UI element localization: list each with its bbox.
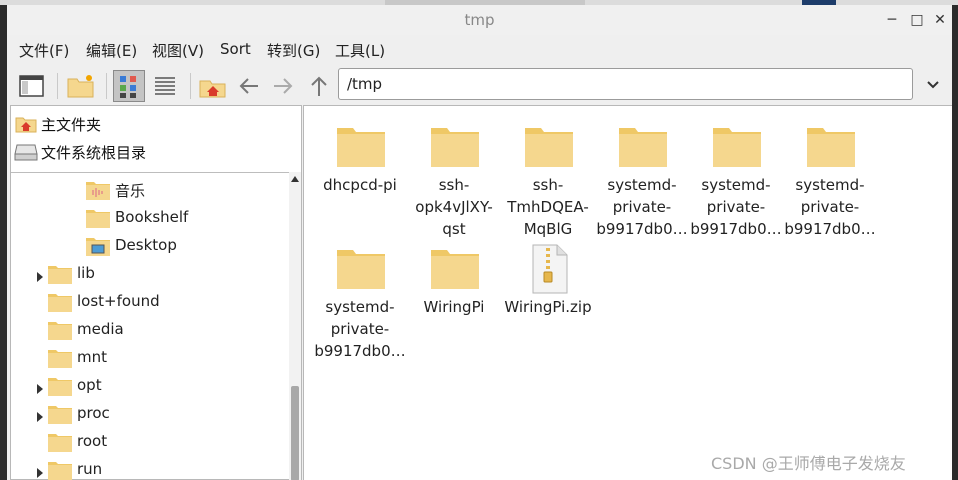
places-list: 主文件夹 文件系统根目录 bbox=[11, 106, 301, 168]
close-button[interactable]: ✕ bbox=[931, 11, 949, 29]
zip-file-icon bbox=[524, 244, 574, 294]
tree-item-label: media bbox=[77, 320, 124, 338]
tree-item-label: opt bbox=[77, 376, 102, 394]
tree-item-label: lib bbox=[77, 264, 95, 282]
watermark: CSDN @王师傅电子发烧友 bbox=[711, 454, 906, 473]
folder-icon bbox=[618, 122, 668, 168]
zip-file-item[interactable]: WiringPi.zip bbox=[502, 236, 594, 352]
folder-icon bbox=[430, 244, 480, 290]
folder-item[interactable]: systemd-private-b9917db0… bbox=[596, 114, 688, 238]
folder-icon bbox=[524, 122, 574, 168]
folder-icon bbox=[47, 403, 73, 425]
folder-item[interactable]: ssh- TmhDQEA- MqBlG bbox=[502, 114, 594, 238]
folder-icon bbox=[47, 459, 73, 480]
folder-item[interactable]: dhcpcd-pi bbox=[314, 114, 406, 230]
tree-item-label: Desktop bbox=[115, 236, 177, 254]
file-name: systemd-private-b9917db0… bbox=[784, 176, 876, 238]
home-folder-icon bbox=[15, 117, 37, 133]
folder-icon bbox=[85, 207, 111, 229]
folder-icon bbox=[47, 375, 73, 397]
address-text: /tmp bbox=[347, 75, 383, 93]
tree-item-label: Bookshelf bbox=[115, 208, 189, 226]
chevron-down-icon[interactable] bbox=[923, 77, 943, 93]
menu-tools[interactable]: 工具(L) bbox=[335, 40, 385, 61]
place-label: 文件系统根目录 bbox=[41, 144, 147, 162]
folder-icon bbox=[806, 122, 856, 168]
toolbar-separator bbox=[190, 73, 191, 99]
expand-arrow-icon[interactable] bbox=[35, 464, 45, 478]
tree-item-label: root bbox=[77, 432, 108, 450]
folder-icon bbox=[712, 122, 762, 168]
new-folder-icon[interactable] bbox=[65, 70, 97, 102]
up-icon[interactable] bbox=[303, 70, 335, 102]
expand-arrow-icon[interactable] bbox=[35, 408, 45, 422]
tree-item-label: 音乐 bbox=[115, 182, 146, 200]
folder-item[interactable]: systemd-private-b9917db0… bbox=[314, 236, 406, 360]
home-icon[interactable] bbox=[197, 70, 229, 102]
menu-view[interactable]: 视图(V) bbox=[152, 40, 204, 61]
folder-icon bbox=[47, 347, 73, 369]
folder-icon bbox=[85, 235, 111, 257]
file-name: dhcpcd-pi bbox=[323, 176, 397, 194]
title-bar: tmp ─ □ ✕ bbox=[7, 5, 952, 35]
folder-icon bbox=[47, 319, 73, 341]
folder-item[interactable]: systemd-private-b9917db0… bbox=[690, 114, 782, 238]
file-view: dhcpcd-pi ssh-opk4vJlXY-qst ssh- TmhDQEA- Mq… bbox=[303, 105, 952, 480]
folder-icon bbox=[47, 291, 73, 313]
maximize-button[interactable]: □ bbox=[908, 11, 926, 29]
tree-item-label: run bbox=[77, 460, 103, 478]
expand-arrow-icon[interactable] bbox=[35, 268, 45, 282]
forward-icon[interactable] bbox=[267, 70, 299, 102]
minimize-button[interactable]: ─ bbox=[883, 11, 901, 29]
menu-bar: 文件(F) 编辑(E) 视图(V) Sort 转到(G) 工具(L) bbox=[7, 37, 952, 63]
folder-icon bbox=[47, 263, 73, 285]
tree-item-label: lost+found bbox=[77, 292, 160, 310]
window-title: tmp bbox=[464, 11, 495, 29]
folder-item[interactable]: ssh-opk4vJlXY-qst bbox=[408, 114, 500, 238]
folder-icon bbox=[336, 244, 386, 290]
scrollbar-thumb[interactable] bbox=[291, 386, 299, 480]
file-name: systemd-private-b9917db0… bbox=[314, 298, 406, 360]
toolbar-separator bbox=[106, 73, 107, 99]
side-pane: 主文件夹 文件系统根目录 音乐 Bookshelf Desktop lib lost+f… bbox=[10, 105, 302, 480]
drive-icon bbox=[14, 144, 38, 161]
place-label: 主文件夹 bbox=[41, 116, 102, 134]
menu-sort[interactable]: Sort bbox=[220, 40, 251, 58]
folder-icon bbox=[430, 122, 480, 168]
menu-go[interactable]: 转到(G) bbox=[267, 40, 320, 61]
file-name: WiringPi bbox=[423, 298, 485, 316]
menu-edit[interactable]: 编辑(E) bbox=[86, 40, 137, 61]
file-name: systemd-private-b9917db0… bbox=[690, 176, 782, 238]
tree-item-label: mnt bbox=[77, 348, 107, 366]
menu-file[interactable]: 文件(F) bbox=[19, 40, 69, 61]
file-name: ssh-opk4vJlXY-qst bbox=[415, 176, 493, 238]
folder-item[interactable]: WiringPi bbox=[408, 236, 500, 352]
file-name: systemd-private-b9917db0… bbox=[596, 176, 688, 238]
file-name: WiringPi.zip bbox=[504, 298, 592, 316]
address-bar[interactable]: /tmp bbox=[338, 68, 913, 100]
directory-tree: 音乐 Bookshelf Desktop lib lost+found media mnt o… bbox=[11, 172, 301, 480]
tree-scrollbar[interactable] bbox=[289, 172, 301, 480]
new-window-icon[interactable] bbox=[16, 70, 48, 102]
folder-item[interactable]: systemd-private-b9917db0… bbox=[784, 114, 876, 238]
file-name: ssh- TmhDQEA- MqBlG bbox=[507, 176, 589, 238]
toolbar-separator bbox=[57, 73, 58, 99]
file-manager-window: tmp ─ □ ✕ 文件(F) 编辑(E) 视图(V) Sort 转到(G) 工… bbox=[7, 5, 952, 480]
folder-icon bbox=[47, 431, 73, 453]
expand-arrow-icon[interactable] bbox=[35, 380, 45, 394]
scroll-up-arrow-icon[interactable] bbox=[291, 176, 299, 182]
folder-icon bbox=[336, 122, 386, 168]
folder-icon bbox=[85, 179, 111, 201]
back-icon[interactable] bbox=[233, 70, 265, 102]
list-view-icon[interactable] bbox=[149, 70, 181, 102]
icon-view-icon[interactable] bbox=[113, 70, 145, 102]
tree-item-label: proc bbox=[77, 404, 110, 422]
